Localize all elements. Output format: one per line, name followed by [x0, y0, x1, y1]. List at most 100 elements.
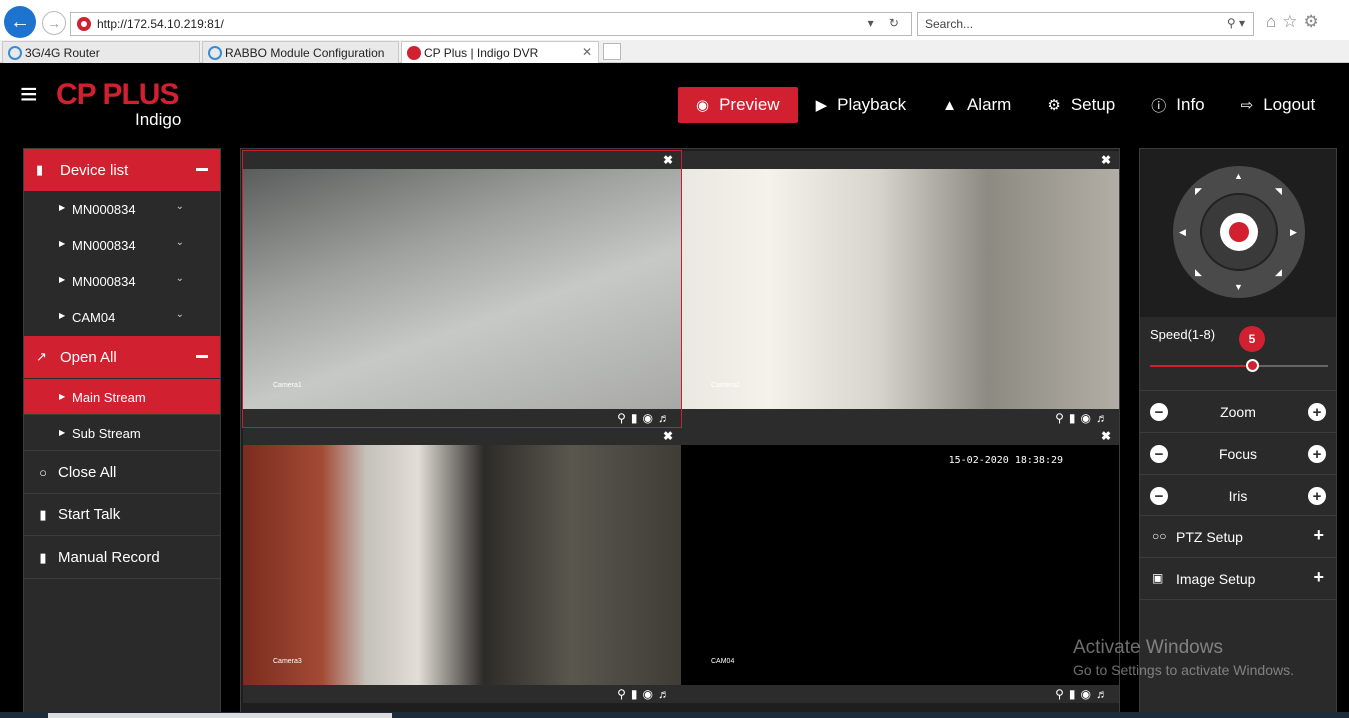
device-item[interactable]: ▶ MN000834 ⌄	[24, 227, 220, 263]
camera-feed[interactable]: 15-02-2020 18:38:29 CAM04	[681, 445, 1119, 685]
nav-label: Logout	[1263, 95, 1316, 114]
nav-playback[interactable]: ▶ Playback	[798, 87, 925, 123]
eye-icon: ◉	[696, 97, 710, 114]
ptz-inner-ring	[1200, 193, 1278, 271]
nav-label: Playback	[837, 95, 907, 114]
open-all-label: Open All	[60, 348, 117, 366]
main-stream-item[interactable]: ▶ Main Stream	[24, 379, 220, 415]
nav-info[interactable]: ⓘ Info	[1133, 87, 1222, 123]
tab-rabbo[interactable]: RABBO Module Configuration	[202, 41, 399, 63]
logo-subtitle: Indigo	[135, 110, 182, 129]
address-bar[interactable]: http://172.54.10.219:81/ ▾ ↻	[70, 12, 912, 36]
speed-slider-handle[interactable]	[1246, 359, 1259, 372]
expand-plus-icon[interactable]: +	[1313, 525, 1324, 546]
nav-preview[interactable]: ◉ Preview	[678, 87, 798, 123]
video-pane[interactable]: ✖ Camera1 ⚲▮◉♬	[242, 150, 682, 428]
tab-router[interactable]: 3G/4G Router	[2, 41, 200, 63]
device-item[interactable]: ▶ MN000834 ⌄	[24, 191, 220, 227]
close-all-label: Close All	[58, 464, 117, 481]
chevron-down-icon[interactable]: ⌄	[176, 237, 184, 248]
sub-stream-item[interactable]: ▶ Sub Stream	[24, 415, 220, 451]
arrow-up-right-icon[interactable]: ◥	[1275, 186, 1282, 197]
arrow-up-left-icon[interactable]: ◤	[1195, 186, 1202, 197]
close-all-button[interactable]: ○ Close All	[24, 452, 220, 494]
chevron-down-icon[interactable]: ⌄	[176, 201, 184, 212]
speed-slider[interactable]	[1150, 359, 1328, 372]
arrow-right-icon[interactable]: ▶	[1290, 227, 1297, 238]
close-icon[interactable]: ✖	[663, 153, 673, 167]
arrow-down-right-icon[interactable]: ◢	[1275, 267, 1282, 278]
pane-toolbar[interactable]: ⚲▮◉♬	[1055, 687, 1113, 701]
home-icon[interactable]: ⌂	[1266, 12, 1282, 31]
new-tab-button[interactable]	[603, 43, 621, 60]
ptz-setup-item[interactable]: ○○ PTZ Setup +	[1140, 515, 1336, 557]
device-item[interactable]: ▶ CAM04 ⌄	[24, 299, 220, 335]
activate-windows-watermark-title: Activate Windows	[1073, 637, 1223, 658]
browser-toolbar-icons[interactable]: ⌂☆⚙	[1266, 12, 1325, 32]
arrow-left-icon[interactable]: ◀	[1179, 227, 1186, 238]
close-icon[interactable]: ✖	[663, 429, 673, 443]
image-setup-item[interactable]: ▣ Image Setup +	[1140, 557, 1336, 600]
chevron-down-icon[interactable]: ⌄	[176, 273, 184, 284]
pane-toolbar[interactable]: ⚲▮◉♬	[1055, 411, 1113, 425]
video-pane[interactable]: ✖ 15-02-2020 18:38:29 CAM04 ⚲▮◉♬	[681, 427, 1119, 703]
device-label: MN000834	[72, 274, 136, 289]
url-text[interactable]: http://172.54.10.219:81/	[97, 17, 224, 31]
caret-right-icon: ▶	[59, 275, 66, 284]
video-camera-icon: ▮	[36, 162, 44, 177]
speed-value-badge: 5	[1239, 326, 1265, 352]
caret-right-icon: ▶	[59, 392, 66, 401]
star-icon[interactable]: ☆	[1282, 12, 1303, 31]
device-list-label: Device list	[60, 161, 129, 179]
back-arrow-icon[interactable]: ←	[4, 6, 36, 38]
start-talk-button[interactable]: ▮ Start Talk	[24, 494, 220, 536]
arrow-up-icon[interactable]: ▲	[1234, 171, 1243, 181]
pane-toolbar[interactable]: ⚲▮◉♬	[617, 687, 675, 701]
refresh-icon[interactable]: ▾ ↻	[868, 16, 905, 30]
manual-record-button[interactable]: ▮ Manual Record	[24, 537, 220, 579]
nav-alarm[interactable]: ▲ Alarm	[924, 87, 1029, 123]
video-pane[interactable]: ✖ Camera3 ⚲▮◉♬	[243, 427, 681, 703]
iris-plus-button[interactable]: +	[1308, 487, 1326, 505]
focus-plus-button[interactable]: +	[1308, 445, 1326, 463]
arrow-down-icon[interactable]: ▼	[1234, 282, 1243, 292]
close-icon[interactable]: ✖	[1101, 429, 1111, 443]
nav-logout[interactable]: ⇨ Logout	[1223, 87, 1334, 123]
tab-cp-plus[interactable]: CP Plus | Indigo DVR ✕	[401, 41, 599, 63]
ptz-direction-ring[interactable]: ▲ ▼ ◀ ▶ ◤ ◥ ◣ ◢	[1173, 166, 1305, 298]
image-icon: ▣	[1152, 571, 1164, 585]
collapse-icon[interactable]	[196, 168, 208, 171]
start-talk-label: Start Talk	[58, 506, 121, 523]
camera-feed[interactable]: Camera3	[243, 445, 681, 685]
close-icon[interactable]: ✖	[1101, 153, 1111, 167]
device-list-header[interactable]: ▮ Device list	[24, 149, 220, 191]
close-icon[interactable]: ✕	[582, 45, 592, 59]
taskbar-item[interactable]	[48, 713, 392, 718]
ptz-center-button[interactable]	[1220, 213, 1258, 251]
tab-label: CP Plus | Indigo DVR	[424, 46, 539, 60]
collapse-icon[interactable]	[196, 355, 208, 358]
chevron-down-icon[interactable]: ⌄	[176, 309, 184, 320]
arrow-down-left-icon[interactable]: ◣	[1195, 267, 1202, 278]
forward-arrow-icon[interactable]: →	[42, 11, 66, 35]
camera-name: Camera1	[273, 382, 302, 389]
search-input[interactable]: Search... ⚲ ▾	[917, 12, 1254, 36]
external-link-icon: ↗	[36, 349, 47, 364]
main-nav: ◉ Preview ▶ Playback ▲ Alarm ⚙ Setup ⓘ I…	[678, 87, 1333, 123]
open-all-header[interactable]: ↗ Open All	[24, 336, 220, 378]
gear-icon[interactable]: ⚙	[1304, 12, 1325, 31]
gamepad-icon: ○○	[1152, 529, 1167, 543]
zoom-in-button[interactable]: +	[1308, 403, 1326, 421]
play-icon: ▶	[815, 97, 828, 114]
search-placeholder: Search...	[925, 17, 974, 31]
camera-feed[interactable]: Camera1	[243, 169, 681, 409]
video-pane[interactable]: ✖ Camera2 ⚲▮◉♬	[681, 151, 1119, 427]
device-item[interactable]: ▶ MN000834 ⌄	[24, 263, 220, 299]
pane-toolbar[interactable]: ⚲▮◉♬	[617, 411, 675, 425]
nav-setup[interactable]: ⚙ Setup	[1029, 87, 1133, 123]
camera-feed[interactable]: Camera2	[681, 169, 1119, 409]
search-icon[interactable]: ⚲ ▾	[1227, 16, 1245, 30]
focus-control: − Focus +	[1140, 432, 1336, 474]
caret-right-icon: ▶	[59, 311, 66, 320]
expand-plus-icon[interactable]: +	[1313, 567, 1324, 588]
